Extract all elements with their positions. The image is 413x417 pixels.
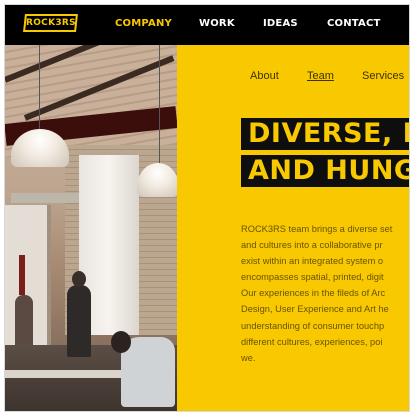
content-panel: About Team Services DIVERSE, EP AND HUNG… bbox=[177, 45, 409, 411]
subnav-team[interactable]: Team bbox=[307, 70, 334, 82]
hero-heading-line-1: DIVERSE, EP bbox=[241, 118, 409, 150]
nav-work[interactable]: WORK bbox=[199, 18, 235, 29]
nav-company[interactable]: COMPANY bbox=[115, 18, 172, 29]
pendant-lamp bbox=[137, 163, 177, 197]
standing-person bbox=[67, 271, 91, 357]
decorative-plant bbox=[19, 255, 25, 295]
wall-shelf bbox=[11, 193, 79, 203]
lamp-wire bbox=[159, 45, 160, 165]
subnav-services[interactable]: Services bbox=[362, 70, 404, 82]
subnav-about[interactable]: About bbox=[250, 70, 279, 82]
office-photo bbox=[5, 45, 177, 411]
nav-ideas[interactable]: IDEAS bbox=[263, 18, 298, 29]
team-description: ROCK3RS team brings a diverse set and cu… bbox=[241, 224, 393, 363]
desk bbox=[5, 370, 125, 378]
top-navigation-bar: ROCK3RS COMPANY WORK IDEAS CONTACT bbox=[5, 5, 409, 45]
nav-contact[interactable]: CONTACT bbox=[327, 18, 381, 29]
lamp-wire bbox=[39, 45, 40, 130]
browser-viewport: ROCK3RS COMPANY WORK IDEAS CONTACT About bbox=[4, 4, 410, 412]
rock3rs-logo[interactable]: ROCK3RS bbox=[23, 14, 78, 32]
leaning-person bbox=[111, 331, 175, 407]
hero-heading-line-2: AND HUNG bbox=[241, 155, 409, 187]
logo-text: ROCK3RS bbox=[26, 18, 76, 28]
